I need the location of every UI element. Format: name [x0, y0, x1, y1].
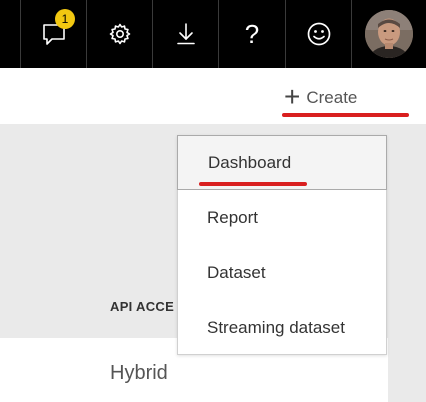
top-navigation-bar: 1 ?	[0, 0, 426, 68]
question-mark-icon: ?	[244, 19, 260, 49]
menu-item-streaming-dataset[interactable]: Streaming dataset	[178, 302, 386, 354]
download-button[interactable]	[153, 0, 219, 68]
create-label: Create	[306, 88, 358, 107]
create-button[interactable]: + Create	[284, 81, 358, 112]
table-cell: Hybrid	[110, 362, 168, 384]
gear-icon	[109, 23, 130, 45]
feedback-button[interactable]	[286, 0, 352, 68]
avatar	[365, 10, 413, 58]
menu-item-dataset[interactable]: Dataset	[178, 247, 386, 299]
create-dropdown-menu: Dashboard Report Dataset Streaming datas…	[177, 135, 387, 355]
help-button[interactable]: ?	[219, 0, 286, 68]
smiley-icon	[307, 22, 330, 46]
plus-icon: +	[284, 81, 301, 112]
menu-item-label: Dashboard	[208, 152, 292, 172]
column-header-api-access: API ACCE	[110, 299, 175, 314]
download-icon	[176, 23, 195, 45]
menu-item-label: Report	[207, 208, 259, 227]
menu-item-label: Dataset	[207, 263, 266, 282]
notification-count-badge: 1	[55, 9, 75, 29]
profile-button[interactable]	[352, 0, 426, 68]
menu-item-report[interactable]: Report	[178, 192, 386, 244]
dashboard-annotation-underline	[199, 182, 307, 186]
settings-button[interactable]	[87, 0, 153, 68]
notifications-button[interactable]: 1	[20, 0, 87, 68]
create-annotation-underline	[282, 113, 409, 117]
menu-item-label: Streaming dataset	[207, 318, 345, 337]
